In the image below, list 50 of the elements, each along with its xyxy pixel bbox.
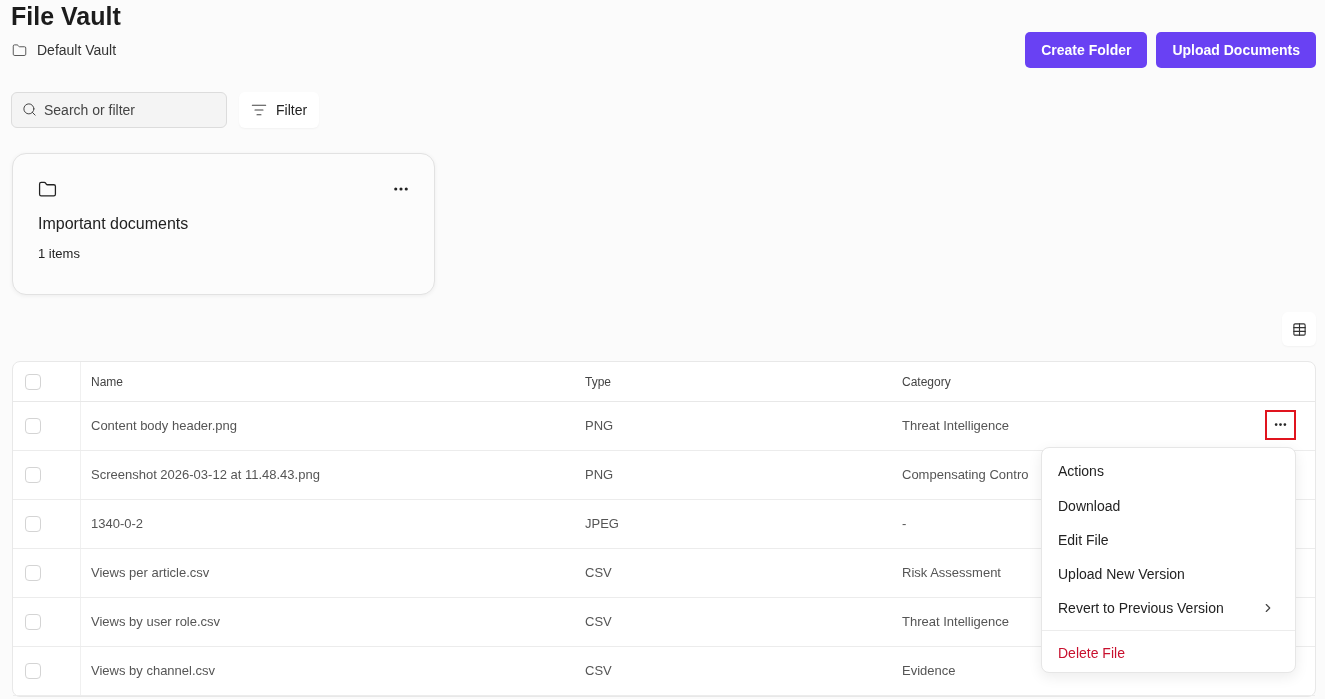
breadcrumb-label: Default Vault: [37, 40, 117, 60]
table-cell-text: -: [902, 515, 907, 534]
checkbox[interactable]: [25, 614, 41, 630]
column-header[interactable]: Category: [902, 372, 951, 391]
menu-item[interactable]: Download: [1042, 489, 1295, 523]
primary-button[interactable]: Create Folder: [1025, 32, 1148, 68]
checkbox[interactable]: [25, 565, 41, 581]
menu-item[interactable]: Upload New Version: [1042, 557, 1295, 591]
table-cell-text: Risk Assessment: [902, 564, 1001, 583]
table-cell-text: Views by channel.csv: [91, 662, 216, 681]
menu-item[interactable]: Delete File: [1042, 636, 1295, 670]
table-cell-text: PNG: [585, 466, 614, 485]
table-cell-text: Threat Intelligence: [902, 417, 1009, 436]
folder-icon: [12, 42, 27, 58]
folder-card[interactable]: Important documents 1 items: [12, 153, 435, 295]
checkbox[interactable]: [25, 516, 41, 532]
column-header[interactable]: Type: [585, 372, 611, 391]
table-cell-text: Compensating Contro: [902, 466, 1029, 485]
item-count: 1 items: [38, 245, 80, 263]
table-cell-text: Evidence: [902, 662, 956, 681]
table-cell-text: Views per article.csv: [91, 564, 210, 583]
table-cell-text: JPEG: [585, 515, 619, 534]
search-icon: [22, 102, 37, 117]
table-cell-text: Threat Intelligence: [902, 613, 1009, 632]
table-cell-text: 1340-0-2: [91, 515, 144, 534]
column-header[interactable]: Name: [91, 372, 123, 391]
folder-name: Important documents: [38, 214, 189, 234]
table-cell-text: CSV: [585, 564, 612, 583]
table-cell-text: Screenshot 2026-03-12 at 11.48.43.png: [91, 466, 320, 485]
table-cell-text: CSV: [585, 662, 612, 681]
table-cell-text: PNG: [585, 417, 614, 436]
checkbox[interactable]: [25, 467, 41, 483]
search-field[interactable]: Search or filter: [11, 92, 227, 128]
checkbox[interactable]: [25, 663, 41, 679]
row-actions-button[interactable]: [1265, 409, 1296, 440]
table-icon: [1291, 321, 1307, 337]
page-title: File Vault: [11, 1, 121, 32]
table-view-button[interactable]: [1282, 312, 1316, 346]
table-cell-text: CSV: [585, 613, 612, 632]
filter-button[interactable]: Filter: [239, 92, 320, 128]
table-cell-text: Views by user role.csv: [91, 613, 221, 632]
menu-item[interactable]: Revert to Previous Version: [1042, 591, 1295, 625]
checkbox[interactable]: [25, 373, 41, 390]
primary-button[interactable]: Upload Documents: [1156, 32, 1316, 68]
menu-item[interactable]: Edit File: [1042, 523, 1295, 557]
filter-icon: [251, 102, 267, 118]
menu-title: Actions: [1057, 461, 1105, 481]
table-cell-text: Content body header.png: [91, 417, 237, 436]
checkbox[interactable]: [25, 418, 41, 434]
folder-icon: [38, 179, 57, 199]
